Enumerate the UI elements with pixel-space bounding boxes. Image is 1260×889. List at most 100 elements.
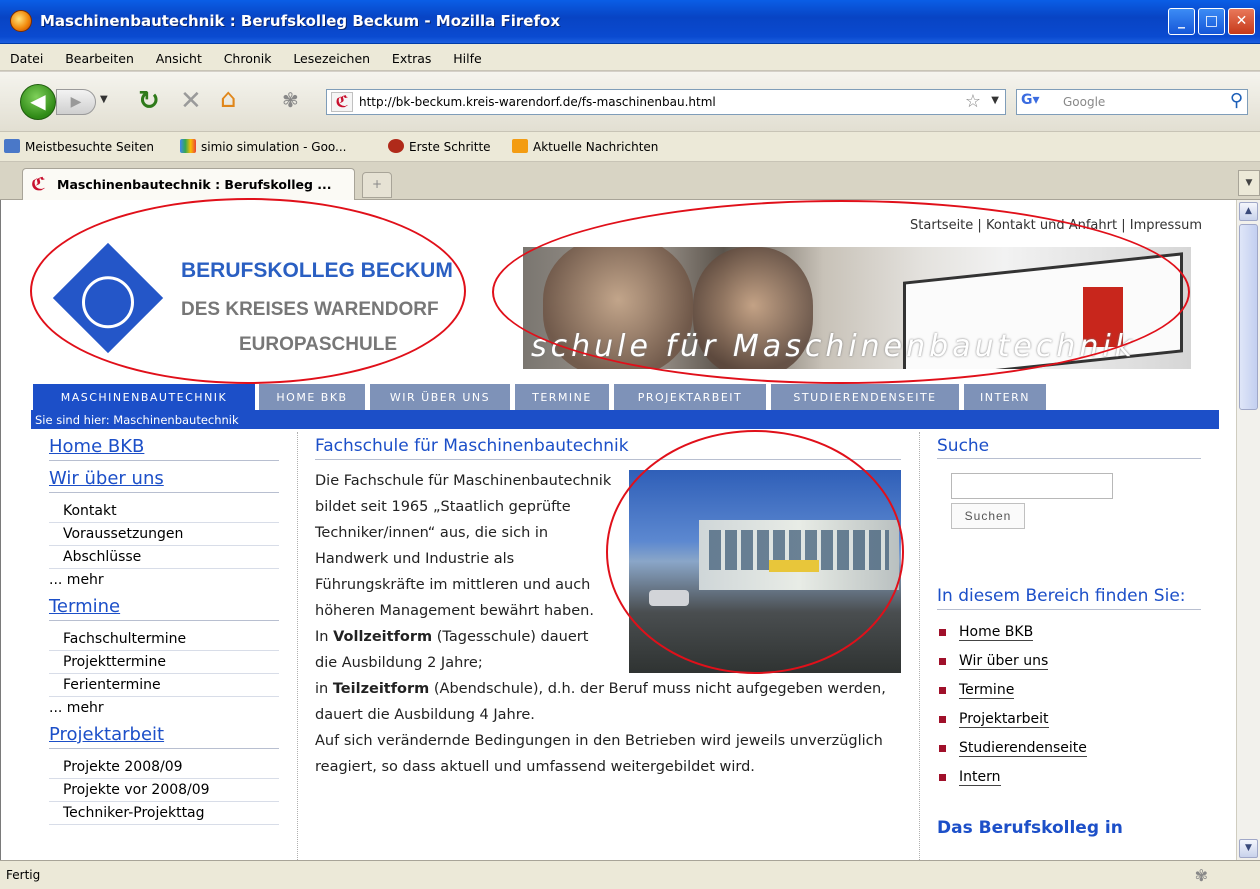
nav-tab-wir-ueber-uns[interactable]: WIR ÜBER UNS <box>370 384 510 410</box>
window-title: Maschinenbautechnik : Berufskolleg Becku… <box>40 12 560 30</box>
nav-tab-maschinenbautechnik[interactable]: MASCHINENBAUTECHNIK <box>33 384 255 412</box>
vertical-scrollbar[interactable]: ▲ ▼ <box>1236 200 1260 860</box>
stop-icon[interactable]: ✕ <box>180 86 202 116</box>
tab-favicon-icon: ℭ <box>31 174 46 195</box>
tab-label: Maschinenbautechnik : Berufskolleg ... <box>57 177 332 192</box>
tab-strip: ℭ Maschinenbautechnik : Berufskolleg ...… <box>0 162 1260 200</box>
reload-icon[interactable]: ↻ <box>138 86 160 116</box>
nav-tab-projektarbeit[interactable]: PROJEKTARBEIT <box>614 384 766 410</box>
school-logo[interactable]: BERUFSKOLLEG BECKUM DES KREISES WARENDOR… <box>31 242 501 370</box>
minimize-button[interactable]: _ <box>1168 8 1195 35</box>
logo-title: BERUFSKOLLEG BECKUM <box>181 259 453 282</box>
nav-tab-studierendenseite[interactable]: STUDIERENDENSEITE <box>771 384 959 410</box>
top-links: Startseite | Kontakt und Anfahrt | Impre… <box>910 218 1202 233</box>
sidebar-more-link[interactable]: ... mehr <box>49 697 279 724</box>
area-link-wir-ueber-uns[interactable]: Wir über uns <box>937 647 1201 676</box>
column-divider <box>919 432 920 860</box>
sidebar-item-projekttermine[interactable]: Projekttermine <box>49 651 279 674</box>
sidebar-item-kontakt[interactable]: Kontakt <box>49 500 279 523</box>
scroll-down-icon[interactable]: ▼ <box>1239 839 1258 858</box>
banner-slogan: schule für Maschinenbautechnik <box>531 329 1137 364</box>
menu-datei[interactable]: Datei <box>10 44 43 66</box>
firefox-bookmark-icon <box>388 139 404 153</box>
area-link-projektarbeit[interactable]: Projektarbeit <box>937 705 1201 734</box>
rss-icon <box>512 139 528 153</box>
link-startseite[interactable]: Startseite <box>910 218 973 233</box>
url-text[interactable]: http://bk-beckum.kreis-warendorf.de/fs-m… <box>359 95 716 109</box>
search-icon[interactable]: ⚲ <box>1230 90 1243 111</box>
menu-hilfe[interactable]: Hilfe <box>453 44 481 66</box>
main-nav: MASCHINENBAUTECHNIK HOME BKB WIR ÜBER UN… <box>31 384 1219 412</box>
logo-subtitle: DES KREISES WARENDORF <box>181 299 439 320</box>
sidebar-item-projektarbeit[interactable]: Projektarbeit <box>49 724 279 749</box>
area-link-list: Home BKB Wir über uns Termine Projektarb… <box>937 618 1201 792</box>
search-box[interactable]: G▾ Google ⚲ <box>1016 89 1248 115</box>
folder-icon <box>4 139 20 153</box>
sidebar-item-techniker-projekttag[interactable]: Techniker-Projekttag <box>49 802 279 825</box>
area-link-intern[interactable]: Intern <box>937 763 1201 792</box>
sidebar-more-link[interactable]: ... mehr <box>49 569 279 596</box>
bookmarks-toolbar: Meistbesuchte Seiten simio simulation - … <box>0 132 1260 162</box>
home-icon[interactable]: ⌂ <box>220 84 237 114</box>
area-link-home-bkb[interactable]: Home BKB <box>937 618 1201 647</box>
url-dropdown-icon[interactable]: ▼ <box>991 95 999 106</box>
link-impressum[interactable]: Impressum <box>1130 218 1202 233</box>
firefox-icon <box>10 10 32 32</box>
google-engine-icon[interactable]: G▾ <box>1021 92 1053 112</box>
addon-icon[interactable]: ✾ <box>282 88 299 112</box>
bookmark-meistbesuchte[interactable]: Meistbesuchte Seiten <box>4 139 154 154</box>
menu-chronik[interactable]: Chronik <box>224 44 272 66</box>
bookmark-nachrichten[interactable]: Aktuelle Nachrichten <box>512 139 658 154</box>
nav-tab-home-bkb[interactable]: HOME BKB <box>259 384 365 410</box>
search-placeholder: Google <box>1063 95 1106 109</box>
left-sidebar: Home BKB Wir über uns Kontakt Voraussetz… <box>49 436 279 825</box>
nav-tab-intern[interactable]: INTERN <box>964 384 1046 410</box>
sidebar-item-abschluesse[interactable]: Abschlüsse <box>49 546 279 569</box>
paragraph-intro: Die Fachschule für Maschinenbautechnik b… <box>315 473 612 619</box>
menu-lesezeichen[interactable]: Lesezeichen <box>293 44 370 66</box>
main-text: Die Fachschule für Maschinenbautechnik b… <box>315 468 901 780</box>
search-button[interactable]: Suchen <box>951 503 1025 529</box>
site-search-input[interactable] <box>951 473 1113 499</box>
sidebar-item-termine[interactable]: Termine <box>49 596 279 621</box>
search-heading: Suche <box>937 436 1201 459</box>
link-kontakt[interactable]: Kontakt und Anfahrt <box>986 218 1117 233</box>
history-dropdown-icon[interactable]: ▼ <box>100 94 108 105</box>
menu-bearbeiten[interactable]: Bearbeiten <box>65 44 134 66</box>
address-bar[interactable]: ℭ http://bk-beckum.kreis-warendorf.de/fs… <box>326 89 1006 115</box>
close-button[interactable]: ✕ <box>1228 8 1255 35</box>
scrollbar-thumb[interactable] <box>1239 224 1258 410</box>
scroll-up-icon[interactable]: ▲ <box>1239 202 1258 221</box>
sidebar-item-projekte-2008[interactable]: Projekte 2008/09 <box>49 756 279 779</box>
navigation-toolbar: ◀ ▶ ▼ ↻ ✕ ⌂ ✾ ℭ http://bk-beckum.kreis-w… <box>0 72 1260 132</box>
breadcrumb: Sie sind hier: Maschinenbautechnik <box>31 412 1219 429</box>
menu-ansicht[interactable]: Ansicht <box>156 44 202 66</box>
tab-list-dropdown-icon[interactable]: ▼ <box>1238 170 1260 196</box>
bookmark-simio[interactable]: simio simulation - Goo... <box>180 139 347 154</box>
sidebar-item-wir-ueber-uns[interactable]: Wir über uns <box>49 468 279 493</box>
area-link-studierendenseite[interactable]: Studierendenseite <box>937 734 1201 763</box>
logo-europaschule: EUROPASCHULE <box>239 334 397 355</box>
area-link-termine[interactable]: Termine <box>937 676 1201 705</box>
column-divider <box>297 432 298 860</box>
sidebar-item-voraussetzungen[interactable]: Voraussetzungen <box>49 523 279 546</box>
nav-tab-termine[interactable]: TERMINE <box>515 384 609 410</box>
tab-maschinenbautechnik[interactable]: ℭ Maschinenbautechnik : Berufskolleg ... <box>22 168 355 200</box>
header-banner: schule für Maschinenbautechnik <box>523 247 1191 369</box>
new-tab-button[interactable]: + <box>362 172 392 198</box>
menu-extras[interactable]: Extras <box>392 44 432 66</box>
sidebar-item-fachschultermine[interactable]: Fachschultermine <box>49 628 279 651</box>
logo-emblem-icon <box>52 242 164 354</box>
paragraph-vollzeit: In Vollzeitform (Tagesschule) dauert die… <box>315 629 589 671</box>
forward-button[interactable]: ▶ <box>56 89 96 115</box>
sidebar-item-home-bkb[interactable]: Home BKB <box>49 436 279 461</box>
addon-status-icon[interactable]: ✾ <box>1195 866 1208 885</box>
back-button[interactable]: ◀ <box>20 84 56 120</box>
sidebar-item-projekte-vor-2008[interactable]: Projekte vor 2008/09 <box>49 779 279 802</box>
google-icon <box>180 139 196 153</box>
bookmark-star-icon[interactable]: ☆ <box>965 91 981 112</box>
sidebar-item-ferientermine[interactable]: Ferientermine <box>49 674 279 697</box>
bookmark-erste-schritte[interactable]: Erste Schritte <box>388 139 491 154</box>
maximize-button[interactable]: □ <box>1198 8 1225 35</box>
right-sidebar: Suche Suchen In diesem Bereich finden Si… <box>937 436 1201 838</box>
